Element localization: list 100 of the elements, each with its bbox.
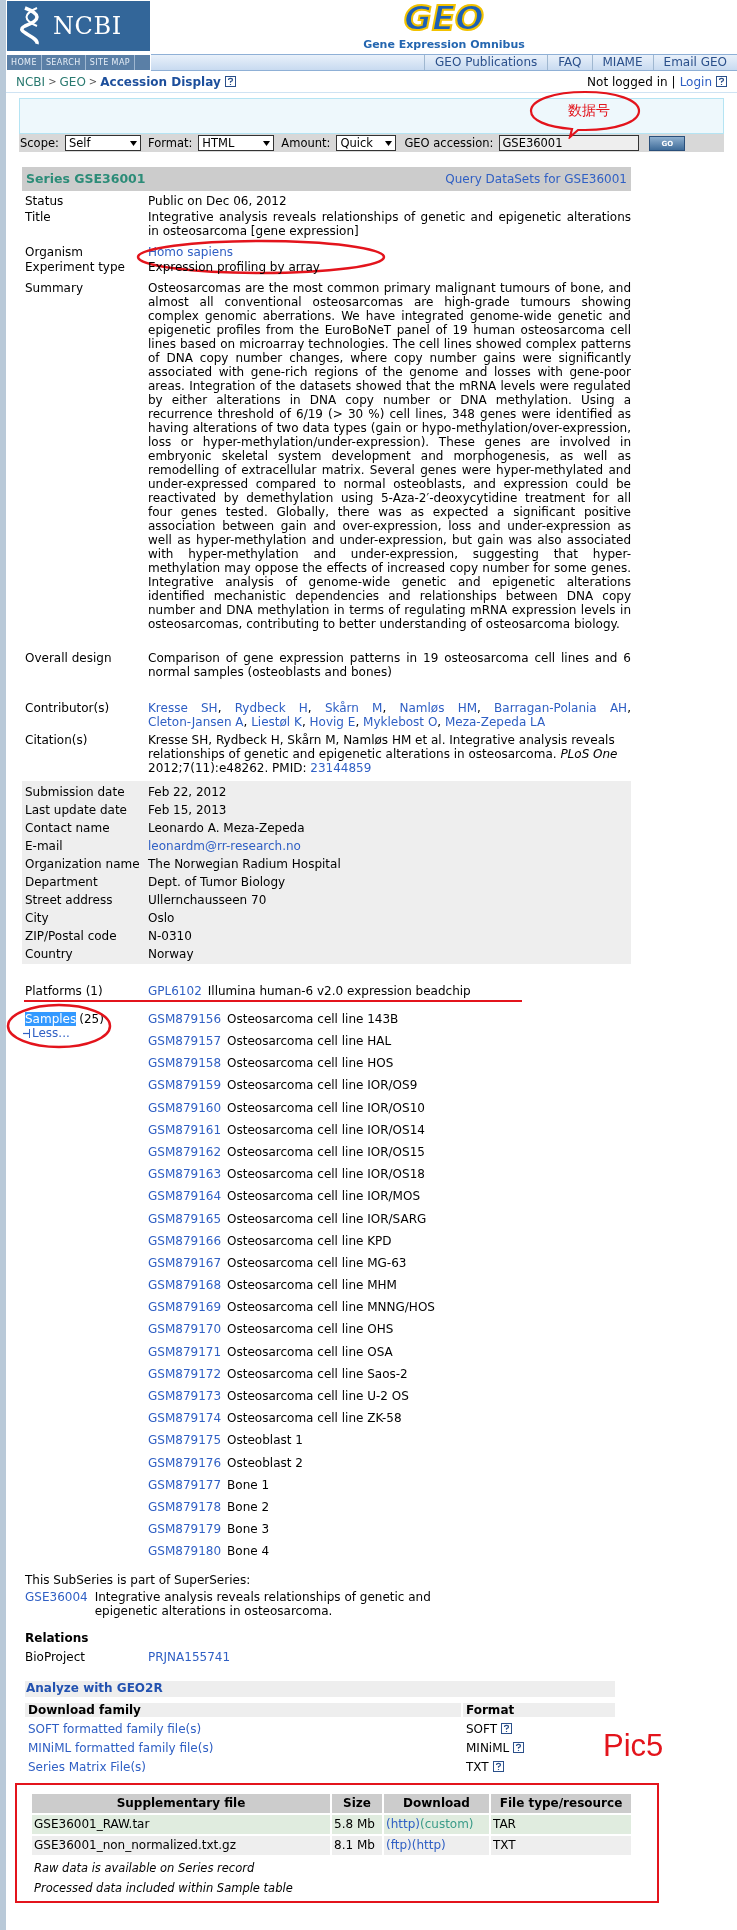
download-link[interactable]: (ftp) (386, 1835, 412, 1855)
geo2r-link[interactable]: Analyze with GEO2R (25, 1680, 615, 1697)
sample-link[interactable]: GSM879167 (148, 1255, 222, 1271)
nav-link[interactable]: GEO Publications (424, 55, 548, 70)
sample-link[interactable]: GSM879158 (148, 1056, 222, 1071)
sample-link[interactable]: GSM879161 (148, 1122, 222, 1137)
ncbi-logo[interactable]: NCBI (6, 0, 151, 52)
nav-link[interactable]: HOME (7, 55, 42, 70)
sample-title: Osteosarcoma cell line HAL (227, 1034, 392, 1049)
sample-link[interactable]: GSM879173 (148, 1389, 222, 1404)
query-link[interactable]: Query DataSets for GSE36001 (445, 172, 627, 186)
sample-link[interactable]: GSM879175 (148, 1433, 222, 1448)
field-label: Status (24, 194, 65, 208)
field-link[interactable]: Homo sapiens (148, 245, 233, 259)
sample-link[interactable]: GSM879165 (148, 1211, 222, 1226)
help-icon[interactable] (501, 1723, 513, 1734)
sample-link[interactable]: GSM879171 (148, 1344, 222, 1359)
field-label: Title (24, 210, 52, 226)
less-link[interactable]: Less... (22, 1026, 148, 1040)
sample-link[interactable]: GSM879172 (148, 1366, 222, 1381)
sample-title: Osteosarcoma cell line OHS (227, 1322, 394, 1337)
contributor-link[interactable]: Rydbeck H (234, 701, 308, 715)
field-label: Country (24, 947, 74, 961)
help-icon[interactable] (513, 1742, 525, 1753)
field-label: Submission date (24, 785, 126, 799)
select-field[interactable]: Quick (336, 135, 397, 151)
comma: , (437, 715, 442, 729)
column-header: Size (332, 1793, 382, 1813)
sample-link[interactable]: GSM879166 (148, 1233, 222, 1248)
nav-link[interactable]: SITE MAP (85, 55, 135, 70)
sample-link[interactable]: GSM879174 (148, 1411, 222, 1426)
geo-logo: GEO (403, 0, 484, 36)
sample-link[interactable]: GSM879159 (148, 1078, 222, 1093)
breadcrumb-link[interactable]: NCBI (16, 74, 46, 89)
contributor-link[interactable]: Liestøl K (251, 715, 302, 729)
sample-link[interactable]: GSM879178 (148, 1499, 222, 1515)
note-text: Raw data is available on Series record (33, 1860, 256, 1875)
sample-title: Osteosarcoma cell line HOS (227, 1056, 394, 1071)
series-title: Series GSE36001 (26, 172, 146, 186)
sample-link[interactable]: GSM879170 (148, 1322, 222, 1337)
breadcrumb-link[interactable]: GEO (59, 74, 86, 89)
comma: , (382, 701, 387, 715)
superseries-link[interactable]: GSE36004 (25, 1589, 88, 1618)
select-field[interactable]: Self (64, 135, 141, 151)
contributor-link[interactable]: Namløs HM (399, 701, 478, 715)
contributor-link[interactable]: Cleton-Jansen A (148, 715, 244, 729)
download-link[interactable]: MINiML formatted family file(s) (25, 1740, 461, 1755)
dropdown-arrow-icon (129, 140, 137, 146)
dropdown-arrow-icon (263, 140, 271, 146)
field-value: Public on Dec 06, 2012 (148, 194, 288, 208)
nav-link[interactable]: Email GEO (652, 55, 737, 70)
nav-link[interactable]: SEARCH (41, 55, 86, 70)
superseries-note: This SubSeries is part of SuperSeries: (24, 1572, 252, 1587)
sample-link[interactable]: GSM879179 (148, 1522, 222, 1537)
help-icon[interactable] (716, 76, 727, 87)
download-link[interactable]: Series Matrix File(s) (25, 1759, 461, 1774)
pmid-link[interactable]: 23144859 (310, 761, 372, 775)
download-link[interactable]: (http) (386, 1814, 420, 1834)
sample-title: Osteosarcoma cell line MG-63 (227, 1255, 407, 1271)
section-label: Platforms (1) (24, 984, 104, 998)
annotation-text: 数据号 (568, 102, 610, 118)
field-link[interactable]: leonardm@rr-research.no (148, 839, 301, 853)
sample-title: Osteosarcoma cell line MHM (227, 1278, 397, 1293)
platform-link[interactable]: GPL6102 (148, 984, 202, 998)
format-text: MINiML (466, 1740, 510, 1755)
sample-title: Osteosarcoma cell line OSA (227, 1344, 393, 1359)
sample-link[interactable]: GSM879164 (148, 1189, 222, 1204)
bioproject-link[interactable]: PRJNA155741 (148, 1649, 231, 1664)
sample-link[interactable]: GSM879177 (148, 1477, 222, 1492)
table-cell: GSE36001_RAW.tar (32, 1814, 330, 1834)
sample-link[interactable]: GSM879163 (148, 1167, 222, 1182)
field-label: Summary (24, 281, 84, 297)
nav-link[interactable]: MIAME (591, 55, 653, 70)
table-cell: GSE36001_non_normalized.txt.gz (32, 1835, 330, 1855)
sample-link[interactable]: GSM879160 (148, 1100, 222, 1115)
login-link[interactable]: Login (679, 74, 712, 89)
field-value: Osteosarcomas are the most common primary malignant tumours of bone, and almost all conventional osteosarcomas are high-grade tumours showing complex genomic aberrations. We have integrated genome-wide genetic and epigenetic profiles from the EuroBoNeT panel of 19 human osteosarcoma cell lines based on microarray technologies. The cell lines showed complex patterns of DNA copy number changes, where copy number gains were significantly associated with gene-rich regions of the genome and losses with gene-poor areas. Integration of the datasets showed that the mRNA levels were regulated by either alterations in DNA copy number or DNA methylation. Using a recurrence threshold of 6/19 (> 30 %) cell lines, 348 genes were identified as having alterations of two data types (gain or hypo-methylation/over-expression, loss or hyper-methylation/under-expression). These genes are involved in embryonic skeletal system development and morphogenesis, as well as remodelling of extracellular matrix. Several genes were hyper-methylated and under-expressed compared to normal osteoblasts, and expression could be reactivated by demethylation using 5-Aza-2′-deoxycytidine treatment for all four genes tested. Globally, there was as expected a significant positive association between gain and over-expression, loss and under-expression as well as hyper-methylation and under-expression, but gain was also associated with hyper-methylation and under-expression, suggesting that hyper-methylation may oppose the effects of increased copy number for some genes. Integrative analysis of genome-wide genetic and epigenetic alterations identified mechanistic dependencies and relationships between DNA copy number and DNA methylation in terms of regulating mRNA expression levels in osteosarcomas, contributing to better understanding of osteosarcoma biology. (148, 281, 631, 631)
accession-field[interactable]: GSE36001 (499, 135, 640, 151)
sample-link[interactable]: GSM879156 (148, 1012, 222, 1026)
contributor-link[interactable]: Meza-Zepeda LA (445, 715, 546, 729)
sample-link[interactable]: GSM879180 (148, 1544, 222, 1559)
sample-title: Bone 3 (227, 1522, 270, 1537)
field-value: Ullernchausseen 70 (148, 893, 268, 907)
help-icon[interactable] (492, 1761, 504, 1772)
field-value: Feb 22, 2012 (148, 785, 228, 799)
sample-link[interactable]: GSM879168 (148, 1278, 222, 1293)
nav-link[interactable]: FAQ (547, 55, 592, 70)
download-link[interactable]: SOFT formatted family file(s) (25, 1721, 461, 1736)
contributor-link[interactable]: Barragan-Polania AH (494, 701, 628, 715)
contributor-link[interactable]: Kresse SH (148, 701, 218, 715)
sample-link[interactable]: GSM879157 (148, 1034, 222, 1049)
sample-title: Osteosarcoma cell line IOR/OS14 (227, 1122, 425, 1137)
sample-link[interactable]: GSM879176 (148, 1455, 222, 1470)
field-value: The Norwegian Radium Hospital (148, 857, 342, 871)
select-field[interactable]: HTML (198, 135, 275, 151)
annotation-label: Pic5 (603, 1728, 664, 1763)
help-icon[interactable] (224, 76, 236, 87)
download-link[interactable]: (http) (411, 1835, 446, 1855)
sample-link[interactable]: GSM879169 (148, 1300, 222, 1315)
sample-link[interactable]: GSM879162 (148, 1144, 222, 1160)
